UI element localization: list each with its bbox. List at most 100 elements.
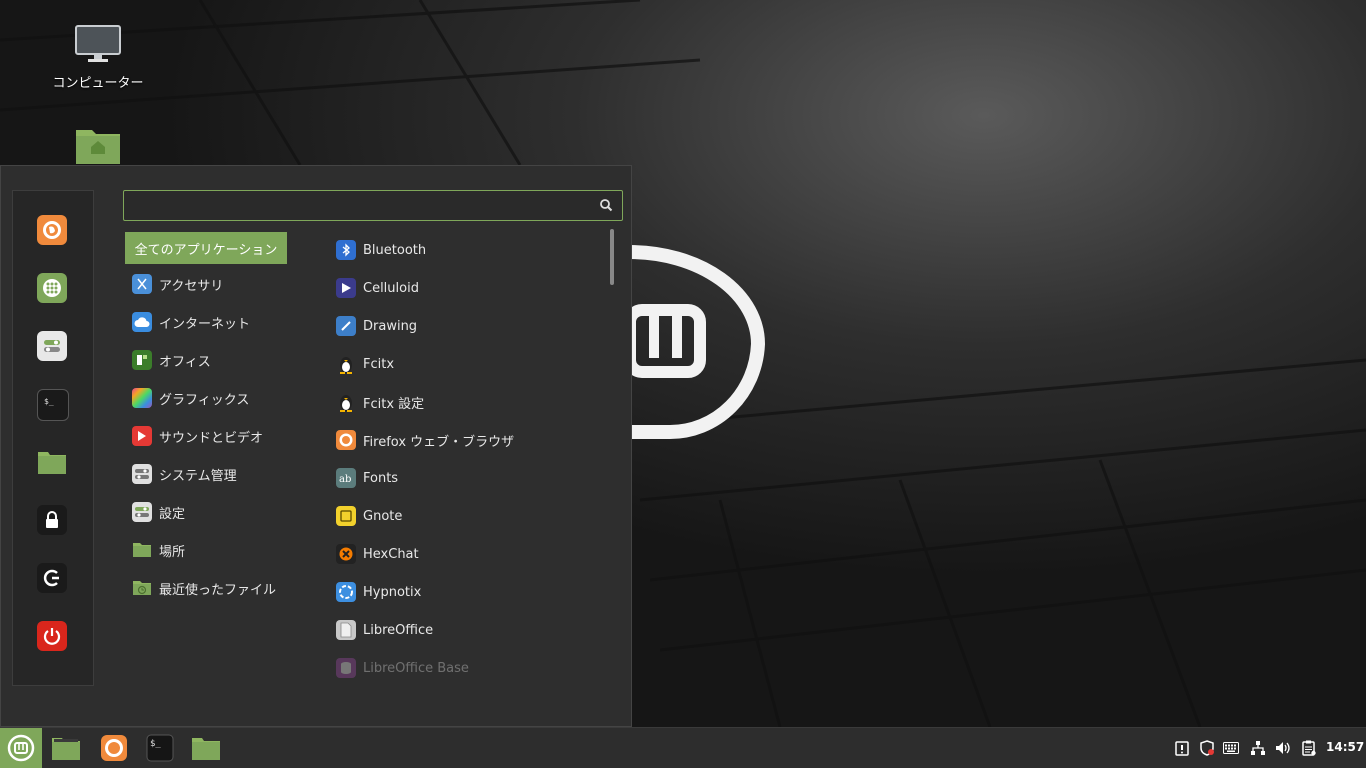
app-label: Celluloid bbox=[363, 280, 419, 296]
hypnotix-icon bbox=[336, 582, 356, 602]
category-office[interactable]: オフィス bbox=[125, 344, 287, 376]
internet-icon bbox=[132, 312, 152, 332]
fav-files[interactable] bbox=[37, 447, 67, 477]
desktop-icon-home[interactable] bbox=[48, 124, 148, 170]
menu-button[interactable] bbox=[0, 728, 42, 768]
app-drawing[interactable]: Drawing bbox=[331, 310, 601, 342]
app-fcitx[interactable]: Fcitx bbox=[331, 348, 601, 380]
tray-network[interactable] bbox=[1250, 740, 1266, 756]
app-hypnotix[interactable]: Hypnotix bbox=[331, 576, 601, 608]
office-icon bbox=[132, 350, 152, 370]
category-label: 設定 bbox=[159, 506, 186, 522]
launcher-folder[interactable] bbox=[190, 728, 222, 768]
update-manager-icon bbox=[1175, 741, 1189, 756]
category-label: インターネット bbox=[159, 316, 251, 332]
menu-icon bbox=[7, 734, 35, 762]
system-admin-icon bbox=[132, 464, 152, 484]
app-gnote[interactable]: Gnote bbox=[331, 500, 601, 532]
terminal-icon: $_ bbox=[44, 397, 54, 406]
tray-shield[interactable] bbox=[1199, 740, 1215, 756]
app-libreoffice-base[interactable]: LibreOffice Base bbox=[331, 652, 601, 684]
terminal-icon: $_ bbox=[146, 734, 174, 762]
category-label: 場所 bbox=[159, 544, 186, 560]
tray-update-manager[interactable] bbox=[1174, 740, 1190, 756]
drawing-icon bbox=[336, 316, 356, 336]
volume-icon bbox=[1276, 742, 1290, 754]
svg-text:$_: $_ bbox=[150, 739, 161, 749]
app-fcitx-config[interactable]: Fcitx 設定 bbox=[331, 386, 601, 418]
category-graphics[interactable]: グラフィックス bbox=[125, 382, 287, 414]
category-label: オフィス bbox=[159, 354, 211, 370]
launcher-firefox[interactable] bbox=[98, 728, 130, 768]
shield-icon bbox=[1200, 740, 1214, 756]
app-list-scrollbar[interactable] bbox=[610, 229, 614, 285]
category-label: 最近使ったファイル bbox=[159, 582, 277, 598]
category-all-applications[interactable]: 全てのアプリケーション bbox=[125, 232, 287, 264]
panel-clock[interactable]: 14:57 bbox=[1326, 740, 1364, 754]
multimedia-icon bbox=[132, 426, 152, 446]
fav-firefox[interactable] bbox=[37, 215, 67, 245]
taskbar-panel: $_ 14:57 bbox=[0, 727, 1366, 768]
app-label: Firefox ウェブ・ブラウザ bbox=[363, 434, 515, 450]
category-sound-video[interactable]: サウンドとビデオ bbox=[125, 420, 287, 452]
libreoffice-icon bbox=[336, 620, 356, 640]
software-manager-icon bbox=[43, 279, 61, 297]
category-internet[interactable]: インターネット bbox=[125, 306, 287, 338]
category-label: グラフィックス bbox=[159, 392, 250, 408]
firefox-icon bbox=[43, 221, 61, 239]
tray-clipboard[interactable] bbox=[1301, 740, 1317, 756]
places-folder-icon bbox=[132, 540, 152, 560]
launcher-files[interactable] bbox=[48, 728, 84, 768]
keyboard-icon bbox=[1223, 742, 1239, 754]
app-label: Bluetooth bbox=[363, 242, 427, 258]
menu-search-box[interactable] bbox=[123, 190, 623, 221]
fcitx-penguin-icon bbox=[336, 354, 356, 374]
fav-system-settings[interactable] bbox=[37, 331, 67, 361]
fonts-icon: ab bbox=[336, 468, 356, 488]
category-label: サウンドとビデオ bbox=[159, 430, 264, 446]
fav-software-manager[interactable] bbox=[37, 273, 67, 303]
app-fonts[interactable]: ab Fonts bbox=[331, 462, 601, 494]
home-folder-icon bbox=[76, 130, 120, 164]
category-label: システム管理 bbox=[159, 468, 237, 484]
clipboard-icon bbox=[1302, 740, 1316, 756]
app-libreoffice[interactable]: LibreOffice bbox=[331, 614, 601, 646]
app-hexchat[interactable]: HexChat bbox=[331, 538, 601, 570]
category-recent-files[interactable]: 最近使ったファイル bbox=[125, 572, 287, 604]
accessories-icon bbox=[132, 274, 152, 294]
tray-volume[interactable] bbox=[1275, 740, 1291, 756]
app-celluloid[interactable]: Celluloid bbox=[331, 272, 601, 304]
preferences-icon bbox=[132, 502, 152, 522]
lock-icon bbox=[46, 511, 58, 528]
category-places[interactable]: 場所 bbox=[125, 534, 287, 566]
svg-text:ab: ab bbox=[339, 474, 351, 485]
category-accessories[interactable]: アクセサリ bbox=[125, 268, 287, 300]
app-label: HexChat bbox=[363, 546, 419, 562]
favorites-sidebar: $_ bbox=[12, 190, 94, 686]
app-label: Drawing bbox=[363, 318, 418, 334]
app-label: Fonts bbox=[363, 470, 399, 486]
category-system-admin[interactable]: システム管理 bbox=[125, 458, 287, 490]
app-firefox[interactable]: Firefox ウェブ・ブラウザ bbox=[331, 424, 601, 456]
fav-logout[interactable] bbox=[37, 563, 67, 593]
tray-keyboard[interactable] bbox=[1223, 740, 1239, 756]
application-menu: $_ 全てのアプリケーション アクセサリ インターネット オフィス グラフィック… bbox=[0, 165, 632, 727]
search-input[interactable] bbox=[130, 195, 594, 218]
fcitx-config-penguin-icon bbox=[336, 392, 356, 412]
desktop-icon-computer[interactable]: コンピューター bbox=[48, 24, 148, 91]
fav-quit[interactable] bbox=[37, 621, 67, 651]
fav-lock-screen[interactable] bbox=[37, 505, 67, 535]
launcher-terminal[interactable]: $_ bbox=[144, 728, 176, 768]
bluetooth-icon bbox=[336, 240, 356, 260]
svg-text:$_: $_ bbox=[44, 397, 54, 406]
recent-files-icon bbox=[132, 578, 152, 598]
desktop-icon-label: コンピューター bbox=[52, 76, 144, 91]
app-bluetooth[interactable]: Bluetooth bbox=[331, 234, 601, 266]
hexchat-icon bbox=[336, 544, 356, 564]
fav-terminal[interactable]: $_ bbox=[37, 389, 69, 421]
logout-icon bbox=[43, 569, 59, 587]
computer-icon bbox=[75, 25, 121, 62]
category-label: 全てのアプリケーション bbox=[134, 242, 278, 258]
app-label: Hypnotix bbox=[363, 584, 422, 600]
category-preferences[interactable]: 設定 bbox=[125, 496, 287, 528]
